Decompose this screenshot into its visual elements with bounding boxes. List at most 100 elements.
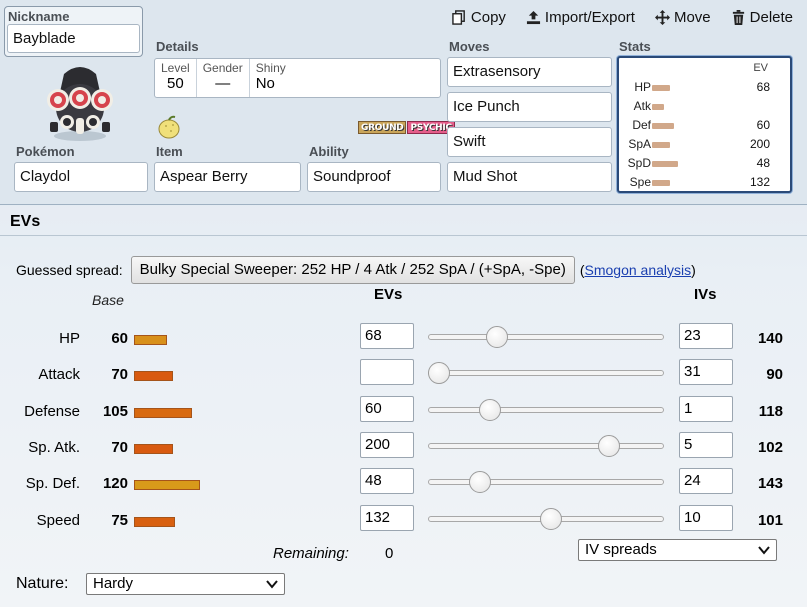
stat-summary-ev: 60 bbox=[756, 118, 770, 132]
delete-button[interactable]: Delete bbox=[731, 9, 793, 26]
level-cell: Level 50 bbox=[155, 59, 197, 97]
ev-slider[interactable] bbox=[428, 362, 664, 385]
shiny-label: Shiny bbox=[255, 61, 286, 75]
iv-input[interactable]: 31 bbox=[679, 359, 733, 386]
iv-input[interactable]: 5 bbox=[679, 431, 733, 458]
base-column-header: Base bbox=[92, 292, 124, 308]
details-box[interactable]: Level 50 Gender — Shiny No bbox=[154, 58, 441, 98]
stats-ev-header: EV bbox=[753, 62, 768, 74]
ev-slider-thumb[interactable] bbox=[540, 507, 563, 530]
ev-stat-name: Attack bbox=[38, 366, 80, 384]
iv-spreads-select[interactable]: IV spreads bbox=[578, 539, 777, 561]
ev-base-value: 60 bbox=[111, 330, 128, 347]
guessed-spread-button[interactable]: Bulky Special Sweeper: 252 HP / 4 Atk / … bbox=[130, 256, 575, 284]
iv-input[interactable]: 1 bbox=[679, 395, 733, 422]
stat-summary-ev: 132 bbox=[749, 175, 770, 189]
trash-icon bbox=[732, 10, 744, 25]
copy-button[interactable]: Copy bbox=[452, 9, 506, 26]
nickname-box: Nickname Bayblade bbox=[4, 6, 143, 57]
iv-input[interactable]: 10 bbox=[679, 504, 733, 531]
nickname-label: Nickname bbox=[8, 9, 70, 24]
ev-slider-thumb[interactable] bbox=[485, 326, 508, 348]
iv-spreads-value: IV spreads bbox=[585, 541, 657, 558]
stat-summary-bar bbox=[652, 123, 674, 129]
stats-summary-button[interactable]: EV HP 68 Atk Def 60 SpA 200 SpD 48 Spe 132 bbox=[617, 56, 792, 193]
stat-summary-row: SpA 200 bbox=[619, 137, 790, 155]
ev-input[interactable] bbox=[360, 359, 414, 386]
ev-base-value: 105 bbox=[102, 402, 128, 420]
delete-label: Delete bbox=[749, 9, 793, 26]
stat-summary-row: Spe 132 bbox=[619, 175, 790, 193]
type-badges: GROUND PSYCHIC bbox=[358, 121, 455, 134]
ev-stat-name: HP bbox=[59, 330, 80, 347]
move-label: Move bbox=[673, 9, 711, 26]
move-arrows-icon bbox=[654, 10, 670, 25]
stat-summary-name: SpD bbox=[627, 156, 651, 170]
stat-summary-bar bbox=[652, 85, 670, 91]
stat-summary-bar bbox=[652, 161, 678, 167]
stat-summary-bar bbox=[652, 142, 670, 148]
ev-slider-thumb[interactable] bbox=[597, 434, 620, 457]
nickname-input[interactable]: Bayblade bbox=[7, 24, 140, 53]
level-value: 50 bbox=[167, 75, 184, 92]
stat-total: 102 bbox=[757, 438, 783, 456]
ev-slider[interactable] bbox=[428, 471, 664, 494]
nature-label: Nature: bbox=[16, 575, 69, 592]
item-input[interactable]: Aspear Berry bbox=[154, 162, 301, 192]
guessed-spread: Guessed spread: Bulky Special Sweeper: 2… bbox=[16, 256, 696, 284]
evs-title: EVs bbox=[10, 213, 41, 230]
ev-stat-name: Sp. Def. bbox=[25, 475, 80, 493]
guessed-spread-label: Guessed spread: bbox=[16, 262, 123, 278]
pokemon-input[interactable]: Claydol bbox=[14, 162, 148, 192]
ivs-column-header: IVs bbox=[694, 286, 717, 303]
iv-input[interactable]: 23 bbox=[679, 323, 733, 349]
stat-summary-bar bbox=[652, 104, 664, 110]
stat-summary-ev: 48 bbox=[756, 156, 770, 170]
stat-total: 101 bbox=[757, 511, 783, 529]
ev-input[interactable]: 60 bbox=[360, 395, 414, 422]
evs-column-header: EVs bbox=[374, 286, 403, 303]
pokemon-label: Pokémon bbox=[16, 144, 75, 159]
ev-slider[interactable] bbox=[428, 434, 664, 457]
ev-base-bar bbox=[134, 516, 175, 527]
stat-summary-name: HP bbox=[634, 80, 651, 94]
ev-input[interactable]: 132 bbox=[360, 504, 414, 531]
stat-summary-row: Atk bbox=[619, 99, 790, 117]
ev-base-value: 70 bbox=[111, 366, 128, 384]
ev-slider[interactable] bbox=[428, 507, 664, 530]
remaining-value: 0 bbox=[385, 545, 394, 562]
shiny-value: No bbox=[255, 75, 275, 92]
type-badge-ground: GROUND bbox=[358, 121, 407, 134]
nature-value: Hardy bbox=[93, 575, 134, 592]
ev-slider[interactable] bbox=[428, 326, 664, 348]
ev-slider-thumb[interactable] bbox=[428, 362, 450, 385]
nature-select[interactable]: Hardy bbox=[86, 573, 285, 595]
ev-slider[interactable] bbox=[428, 398, 664, 421]
move-2-input[interactable]: Ice Punch bbox=[447, 92, 612, 122]
ev-base-bar bbox=[134, 371, 173, 382]
smogon-analysis-link[interactable]: Smogon analysis bbox=[585, 262, 692, 278]
ev-input[interactable]: 48 bbox=[360, 468, 414, 495]
ev-base-value: 75 bbox=[111, 511, 128, 529]
ev-slider-thumb[interactable] bbox=[468, 471, 491, 494]
ev-row: Sp. Def. 120 48 24 143 bbox=[0, 466, 807, 502]
ev-input[interactable]: 68 bbox=[360, 323, 414, 349]
stat-summary-name: Atk bbox=[633, 99, 651, 113]
stat-summary-name: SpA bbox=[628, 137, 651, 151]
chevron-down-icon bbox=[758, 546, 770, 555]
iv-input[interactable]: 24 bbox=[679, 468, 733, 495]
details-label: Details bbox=[156, 39, 199, 54]
move-button[interactable]: Move bbox=[654, 9, 711, 26]
ev-row: Attack 70 31 90 bbox=[0, 357, 807, 393]
ev-base-value: 120 bbox=[102, 475, 128, 493]
move-1-input[interactable]: Extrasensory bbox=[447, 57, 612, 87]
ev-input[interactable]: 200 bbox=[360, 431, 414, 458]
ev-base-bar bbox=[134, 335, 167, 345]
ev-slider-thumb[interactable] bbox=[478, 398, 501, 421]
ability-input[interactable]: Soundproof bbox=[307, 162, 441, 192]
stat-summary-row: Def 60 bbox=[619, 118, 790, 136]
stat-summary-row: SpD 48 bbox=[619, 156, 790, 174]
move-3-input[interactable]: Swift bbox=[447, 127, 612, 157]
import-export-button[interactable]: Import/Export bbox=[526, 9, 635, 26]
move-4-input[interactable]: Mud Shot bbox=[447, 162, 612, 192]
